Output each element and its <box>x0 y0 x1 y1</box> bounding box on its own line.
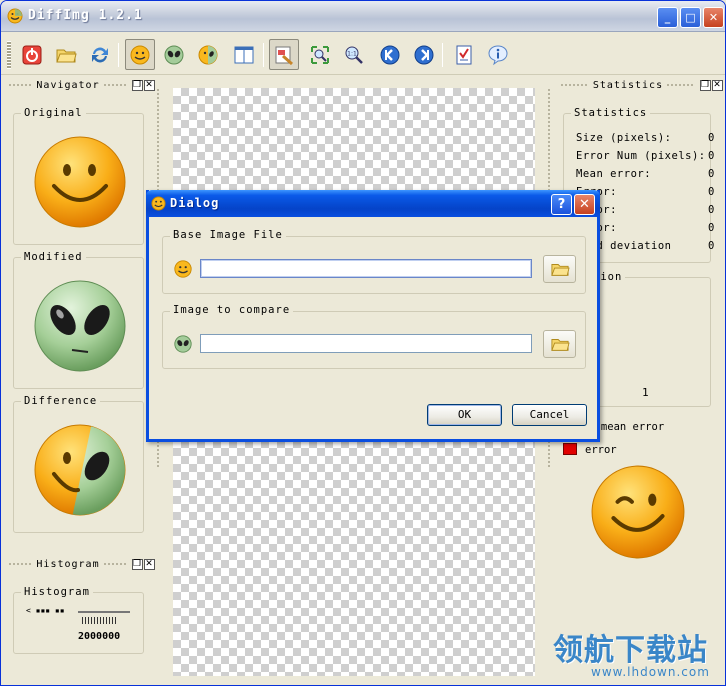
original-label: Original <box>21 107 86 119</box>
statistics-close-button[interactable]: ✕ <box>712 79 723 91</box>
dialog-title: Dialog <box>170 196 220 210</box>
stat-row: Error Num (pixels): 0 <box>576 150 715 162</box>
window-title: DiffImg 1.2.1 <box>28 8 143 23</box>
fit-zoom-button[interactable] <box>305 39 335 70</box>
mask-tool-button[interactable] <box>269 39 299 70</box>
histogram-axis-bottom: 2000000 <box>78 631 121 642</box>
statistics-dock-header[interactable]: Statistics ❐ ✕ <box>557 78 723 92</box>
navigator-dock-title: Navigator <box>36 79 100 91</box>
refresh-icon <box>92 47 108 62</box>
exit-button[interactable] <box>17 39 47 70</box>
compare-image-group: Image to compare <box>162 304 586 369</box>
statistics-dock-title: Statistics <box>592 79 664 91</box>
close-button[interactable]: ✕ <box>703 7 724 28</box>
modified-label: Modified <box>21 251 86 263</box>
watermark: 领航下载站 www.lhdown.com <box>553 625 709 679</box>
ok-button[interactable]: OK <box>427 404 502 426</box>
next-button[interactable] <box>409 39 439 70</box>
original-view-button[interactable] <box>125 39 155 70</box>
toolbar: 1:1 <box>1 35 725 75</box>
legend-error-swatch <box>563 443 577 455</box>
fit-zoom-icon <box>311 45 329 64</box>
mask-tool-icon <box>275 46 293 65</box>
svg-text:1:1: 1:1 <box>347 50 357 57</box>
dialog-window: Dialog ? ✕ Base Image File Image to comp… <box>146 190 600 442</box>
zoom-1to1-button[interactable]: 1:1 <box>339 39 369 70</box>
statistics-float-button[interactable]: ❐ <box>700 79 711 91</box>
histogram-group: Histogram < ▪▪▪ ▪▪ 2000000 <box>13 586 144 654</box>
compare-image-browse-button[interactable] <box>543 330 576 358</box>
difference-label: Difference <box>21 395 101 407</box>
histogram-dock-header[interactable]: Histogram ❐ ✕ <box>5 557 155 571</box>
histogram-float-button[interactable]: ❐ <box>132 558 143 570</box>
compare-alien-icon <box>174 335 192 353</box>
navigator-close-button[interactable]: ✕ <box>144 79 155 91</box>
original-group: Original <box>13 107 144 245</box>
dialog-close-button[interactable]: ✕ <box>574 194 595 215</box>
wink-smiley-icon <box>591 465 685 559</box>
histogram-axis-top: < ▪▪▪ ▪▪ <box>26 606 65 615</box>
open-button[interactable] <box>51 39 81 70</box>
base-smiley-icon <box>174 260 192 278</box>
maximize-button[interactable]: □ <box>680 7 701 28</box>
modified-view-button[interactable] <box>159 39 189 70</box>
exit-icon <box>22 45 42 64</box>
navigator-float-button[interactable]: ❐ <box>132 79 143 91</box>
difference-view-button[interactable] <box>193 39 223 70</box>
modified-group: Modified <box>13 251 144 389</box>
toolbar-grip[interactable] <box>7 41 11 69</box>
watermark-text: 领航下载站 <box>553 633 708 668</box>
about-button[interactable] <box>483 39 513 70</box>
checklist-icon <box>456 45 472 64</box>
stat-row: Size (pixels): 0 <box>576 132 715 144</box>
split-view-icon <box>234 46 254 63</box>
base-image-browse-button[interactable] <box>543 255 576 283</box>
refresh-button[interactable] <box>85 39 115 70</box>
difference-group: Difference <box>13 395 144 533</box>
minimize-button[interactable]: _ <box>657 7 678 28</box>
folder-icon <box>550 264 570 276</box>
app-smiley-icon <box>7 8 23 24</box>
cancel-button[interactable]: Cancel <box>512 404 587 426</box>
compare-image-label: Image to compare <box>170 304 294 316</box>
modified-alien-icon <box>164 45 184 64</box>
base-image-input[interactable] <box>200 259 532 278</box>
statistics-label: Statistics <box>571 107 651 119</box>
info-icon <box>488 44 508 65</box>
original-smiley-icon <box>130 45 150 64</box>
histogram-label: Histogram <box>21 586 93 598</box>
threshold-value: 1 <box>642 386 649 399</box>
modified-alien-icon[interactable] <box>32 278 128 374</box>
previous-button[interactable] <box>375 39 405 70</box>
next-icon <box>414 45 434 64</box>
dialog-smiley-icon <box>151 196 166 211</box>
folder-icon <box>550 339 570 351</box>
previous-icon <box>380 45 400 64</box>
compare-image-input[interactable] <box>200 334 532 353</box>
legend-error: error <box>585 444 617 456</box>
title-bar[interactable]: DiffImg 1.2.1 _ □ ✕ <box>1 1 725 32</box>
navigator-dock-header[interactable]: Navigator ❐ ✕ <box>5 78 155 92</box>
original-smiley-icon[interactable] <box>32 134 128 230</box>
histogram-dock-title: Histogram <box>36 558 100 570</box>
difference-icon[interactable] <box>32 422 128 518</box>
split-view-button[interactable] <box>229 39 259 70</box>
stat-row: Mean error: 0 <box>576 168 715 180</box>
difference-icon <box>198 45 218 64</box>
base-image-label: Base Image File <box>170 229 286 241</box>
base-image-group: Base Image File <box>162 229 586 294</box>
open-folder-icon <box>56 49 77 62</box>
dialog-title-bar[interactable]: Dialog ? ✕ <box>146 190 600 217</box>
zoom-1to1-icon: 1:1 <box>345 46 363 64</box>
main-window: DiffImg 1.2.1 _ □ ✕ 1:1 Navigator ❐ ✕ Or… <box>0 0 726 686</box>
histogram-close-button[interactable]: ✕ <box>144 558 155 570</box>
preferences-button[interactable] <box>449 39 479 70</box>
watermark-url: www.lhdown.com <box>591 665 710 679</box>
dialog-help-button[interactable]: ? <box>551 194 572 215</box>
